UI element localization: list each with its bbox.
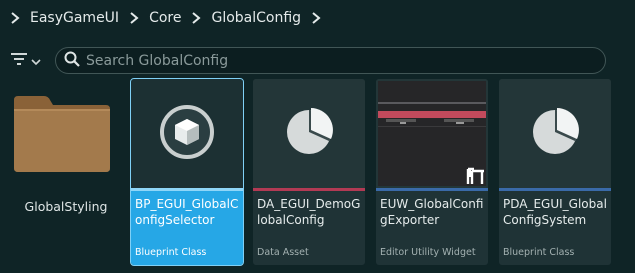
folder-icon xyxy=(14,96,110,176)
folder-label: GlobalStyling xyxy=(24,199,108,214)
asset-name: DA_EGUI_DemoGlobalConfig xyxy=(257,197,361,227)
widget-preview-image xyxy=(378,81,486,186)
breadcrumb-item-globalconfig[interactable]: GlobalConfig xyxy=(205,10,307,26)
asset-type-label: Blueprint Class xyxy=(503,247,575,258)
asset-thumbnail xyxy=(376,79,488,188)
data-asset-pie-icon xyxy=(281,104,337,164)
asset-tile-da-egui-demoglobalconfig[interactable]: DA_EGUI_DemoGlobalConfig Data Asset xyxy=(253,79,365,265)
breadcrumb-item-core[interactable]: Core xyxy=(143,10,187,26)
asset-type-strip xyxy=(131,188,243,191)
chevron-right-icon[interactable] xyxy=(187,9,205,27)
asset-thumbnail xyxy=(253,79,365,188)
data-asset-pie-icon xyxy=(527,104,583,164)
asset-type-strip xyxy=(376,188,488,191)
asset-name: EUW_GlobalConfigExporter xyxy=(380,197,484,227)
blueprint-class-icon xyxy=(159,104,215,164)
filter-button[interactable] xyxy=(8,48,48,72)
search-icon xyxy=(64,51,80,71)
search-box xyxy=(55,47,606,74)
breadcrumb-item-easygameui[interactable]: EasyGameUI xyxy=(24,10,125,26)
chevron-right-icon[interactable] xyxy=(6,9,24,27)
asset-tile-pda-egui-globalconfigsystem[interactable]: PDA_EGUI_GlobalConfigSystem Blueprint Cl… xyxy=(499,79,611,265)
chevron-down-icon xyxy=(31,51,41,70)
asset-name: BP_EGUI_GlobalConfigSelector xyxy=(135,197,239,227)
asset-thumbnail xyxy=(131,79,243,188)
asset-type-strip xyxy=(253,188,365,191)
asset-thumbnail xyxy=(499,79,611,188)
asset-tile-euw-globalconfigexporter[interactable]: EUW_GlobalConfigExporter Editor Utility … xyxy=(376,79,488,265)
asset-type-label: Blueprint Class xyxy=(135,247,207,258)
folder-globalstyling[interactable]: GlobalStyling xyxy=(8,82,124,264)
asset-type-strip xyxy=(499,188,611,191)
asset-type-label: Data Asset xyxy=(257,247,309,258)
chevron-right-icon[interactable] xyxy=(125,9,143,27)
breadcrumb: EasyGameUI Core GlobalConfig xyxy=(0,0,635,36)
asset-name: PDA_EGUI_GlobalConfigSystem xyxy=(503,197,607,227)
asset-type-label: Editor Utility Widget xyxy=(380,247,476,258)
filter-icon xyxy=(11,51,27,70)
toolbar xyxy=(0,44,635,76)
chevron-right-icon[interactable] xyxy=(307,9,325,27)
search-input[interactable] xyxy=(86,52,586,69)
asset-tile-bp-egui-globalconfigselector[interactable]: BP_EGUI_GlobalConfigSelector Blueprint C… xyxy=(130,78,244,266)
